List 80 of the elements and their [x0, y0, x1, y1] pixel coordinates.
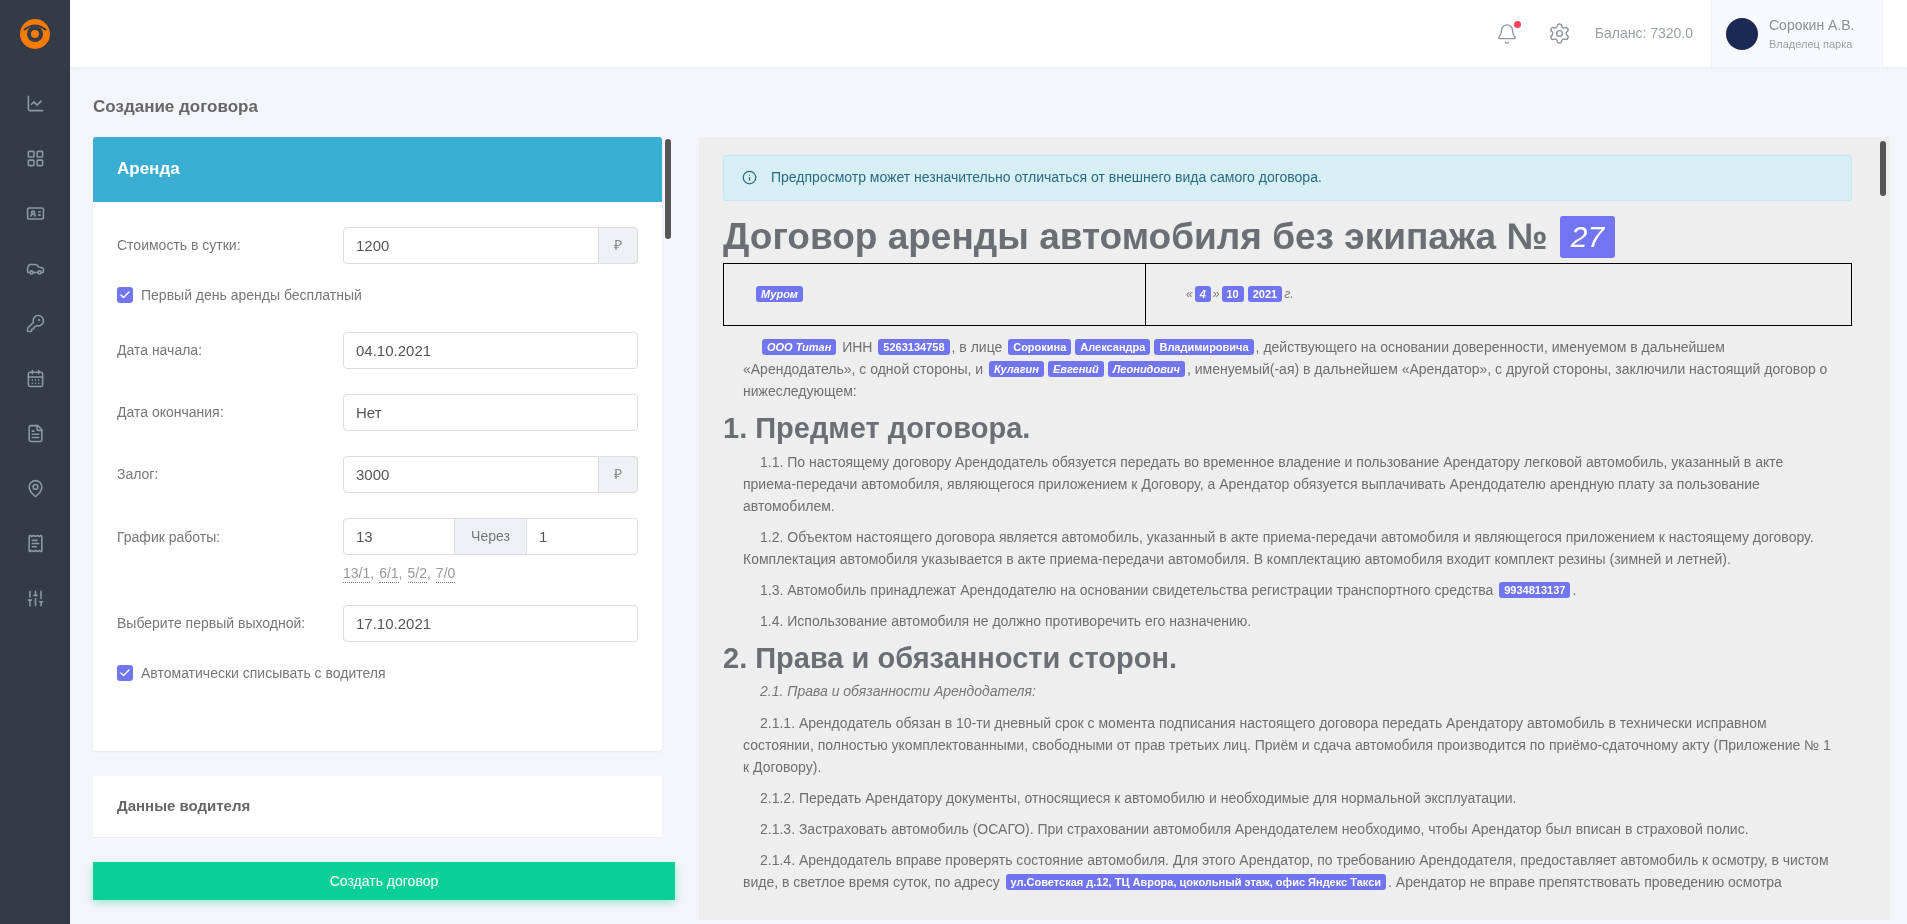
user-name: Сорокин А.В.	[1769, 15, 1855, 35]
settings-icon[interactable]	[1547, 22, 1571, 45]
work-days-field[interactable]: 13	[343, 517, 455, 555]
text-field[interactable]: 17.10.2021	[343, 604, 638, 642]
contract-paragraph: 1.1. По настоящему договору Арендодатель обязуется передать во временное владение и пользование Арендатору легковой автомобиль, указанный в акте приема-передачи автомобиля, являющегося приложением к Договору, а Арендатор обязуется выплачивать Арендодателю арендную плату за пользование автомобилем.	[743, 452, 1785, 516]
scrollbar[interactable]	[1880, 140, 1886, 196]
filled-field-tag: Александра	[1075, 338, 1151, 355]
text-field[interactable]: Нет	[343, 393, 638, 431]
document-icon[interactable]	[25, 424, 45, 443]
filled-field-tag: 10	[1221, 286, 1244, 302]
grid-icon[interactable]	[25, 149, 45, 168]
contract-paragraph: ООО Титан ИНН 5263134758 , в лице Сорокина Александра Владимировича , действующего на основании доверенности, именуемом в дальнейшем «Арендодатель», с одной стороны, и Кулагин Евгений Леонидович , именуемый(-ая) в дальнейшем «Арендатор», с другой стороны, заключили настоящий договор о нижеследующем:	[743, 337, 1829, 401]
sliders-icon[interactable]	[25, 589, 45, 608]
alert-text: Предпросмотр может незначительно отличаться от внешнего вида самого договора.	[771, 168, 1322, 187]
currency-addon: ₽	[599, 226, 638, 264]
subsection-heading: 2.1. Права и обязанности Арендодателя:	[760, 681, 1037, 701]
filled-field-tag: Евгений	[1047, 360, 1104, 377]
schedule-addon: Через	[455, 517, 526, 555]
keys-icon[interactable]	[25, 314, 45, 333]
field-label: Дата начала:	[117, 340, 204, 360]
checkbox[interactable]	[117, 665, 133, 681]
contract-paragraph: 2.1.1. Арендодатель обязан в 10-ти дневный срок с момента подписания настоящего договора передать Арендатору автомобиль в технически исправном состоянии, полностью укомплектованными, свободными от прав третьих лиц. Приём и сдача автомобиля производится по приёмо-сдаточному акту (Приложение № 1 к Договору).	[743, 713, 1832, 777]
checkbox-label: Автоматически списывать с водителя	[141, 663, 386, 683]
filled-field-tag: Муром	[756, 286, 803, 302]
check-icon	[119, 667, 131, 679]
chart-icon[interactable]	[25, 94, 45, 113]
filled-field-tag: Владимировича	[1154, 338, 1254, 355]
section-heading: 2. Права и обязанности сторон.	[723, 640, 1179, 675]
field-label: График работы:	[117, 527, 222, 547]
contract-title: Договор аренды автомобиля без экипажа №	[723, 214, 1548, 259]
logo-icon	[18, 17, 52, 51]
id-card-icon[interactable]	[25, 204, 45, 223]
checkbox-label: Первый день аренды бесплатный	[141, 285, 362, 305]
filled-field-tag: Кулагин	[989, 360, 1044, 377]
rest-days-field[interactable]: 1	[526, 517, 638, 555]
user-role: Владелец парка	[1769, 36, 1854, 52]
receipt-icon[interactable]	[25, 534, 45, 553]
filled-field-tag: Леонидович	[1107, 360, 1185, 377]
avatar	[1726, 17, 1758, 50]
filled-field-tag: Сорокина	[1008, 338, 1072, 355]
section-title: Данные водителя	[117, 795, 251, 816]
text-field[interactable]: 3000	[343, 455, 599, 493]
filled-field-tag: 5263134758	[878, 338, 950, 355]
contract-paragraph: 2.1.4. Арендодатель вправе проверять состояние автомобиля. Для этого Арендатор, по требованию Арендодателя, предоставляет автомобиль к осмотру, в чистом виде, в светлое время суток, по адресу ул.Советская д.12, ТЦ Аврора, цокольный этаж, офис Яндекс Такси . Арендатор не вправе препятствовать проведению осмотра	[743, 850, 1830, 892]
contract-number-tag: 27	[1559, 215, 1616, 258]
page-title: Создание договора	[93, 96, 259, 118]
text-field[interactable]: 1200	[343, 226, 599, 264]
preset-separator: ,	[398, 563, 403, 583]
card-title: Аренда	[117, 158, 180, 181]
contract-paragraph: 1.2. Объектом настоящего договора является автомобиль, указанный в акте приема-передачи автомобиля и являющегося приложением к настоящему договору. Комплектация автомобиля указывается в акте приема-передачи автомобиля. В комплектацию автомобиля входит комплект резины (зимней и летней).	[743, 527, 1815, 569]
filled-field-tag: 4	[1194, 286, 1211, 302]
field-label: Выберите первый выходной:	[117, 613, 307, 633]
field-label: Залог:	[117, 464, 160, 484]
checkbox[interactable]	[117, 287, 133, 303]
filled-field-tag: ООО Титан	[762, 338, 837, 355]
calendar-icon[interactable]	[25, 369, 45, 388]
filled-field-tag: 2021	[1247, 286, 1283, 302]
preset-separator: ,	[370, 563, 375, 583]
notifications-icon[interactable]	[1495, 22, 1518, 45]
scrollbar[interactable]	[665, 138, 671, 239]
map-pin-icon[interactable]	[25, 479, 45, 498]
filled-field-tag: ул.Советская д.12, ТЦ Аврора, цокольный этаж, офис Яндекс Такси	[1005, 873, 1387, 890]
field-label: Дата окончания:	[117, 402, 225, 422]
contract-paragraph: 1.3. Автомобиль принадлежат Арендодателю на основании свидетельства регистрации транспортного средства 9934813137 .	[759, 580, 1578, 600]
contract-paragraph: 1.4. Использование автомобиля не должно противоречить его назначению.	[759, 611, 1253, 631]
driver-card[interactable]: Данные водителя	[93, 775, 662, 838]
date-mark: г.	[1284, 286, 1294, 303]
date-mark: «	[1186, 286, 1193, 303]
text-field[interactable]: 04.10.2021	[343, 331, 638, 369]
info-icon	[742, 170, 757, 185]
field-label: Стоимость в сутки:	[117, 235, 242, 255]
check-icon	[119, 289, 131, 301]
preset-separator: ,	[426, 563, 431, 583]
contract-paragraph: 2.1.2. Передать Арендатору документы, относящиеся к автомобилю и необходимые для нормальной эксплуатации.	[759, 788, 1518, 808]
contract-paragraph: 2.1.3. Застраховать автомобиль (ОСАГО). При страховании автомобиля Арендодателем необходимо, чтобы Арендатор был вписан в страховой полис.	[759, 819, 1750, 839]
balance-text: Баланс: 7320.0	[1594, 24, 1693, 43]
date-mark: »	[1212, 286, 1220, 303]
section-heading: 1. Предмет договора.	[723, 410, 1032, 445]
filled-field-tag: 9934813137	[1499, 581, 1571, 598]
currency-addon: ₽	[599, 455, 638, 493]
